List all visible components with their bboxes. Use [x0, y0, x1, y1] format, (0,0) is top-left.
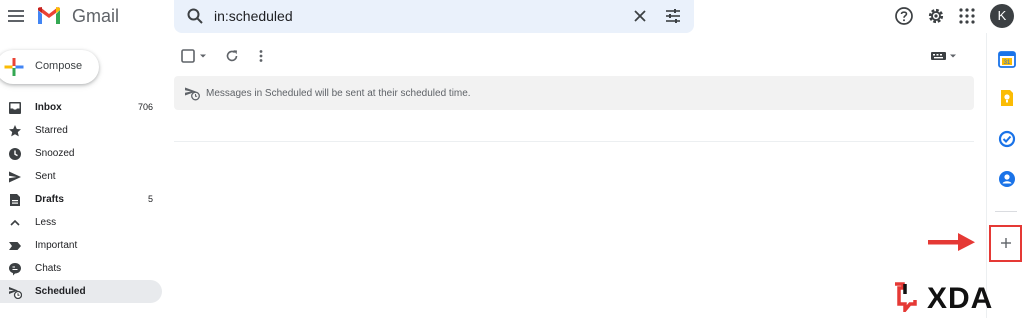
sidebar-item-label: Snoozed — [35, 148, 75, 159]
scheduled-send-icon — [185, 87, 200, 101]
contacts-icon[interactable] — [998, 170, 1016, 188]
search-options-icon[interactable] — [664, 7, 682, 25]
list-toolbar — [174, 44, 974, 68]
settings-gear-icon[interactable] — [926, 6, 946, 26]
search-bar[interactable] — [174, 0, 694, 33]
draft-icon — [10, 194, 20, 206]
main-menu-icon[interactable] — [6, 6, 26, 26]
xda-brand-text: XDA — [927, 282, 994, 315]
sidebar-item-label: Starred — [35, 125, 68, 136]
sidebar-item-less[interactable]: Less — [0, 211, 162, 234]
unread-count: 706 — [137, 102, 153, 112]
compose-plus-icon — [4, 58, 24, 76]
banner-text: Messages in Scheduled will be sent at th… — [206, 88, 471, 99]
star-icon — [9, 125, 21, 137]
compose-label: Compose — [35, 60, 83, 72]
refresh-icon[interactable] — [225, 49, 239, 63]
important-icon — [9, 242, 21, 250]
sidebar-item-sent[interactable]: Sent — [0, 165, 162, 188]
sidebar-item-inbox[interactable]: Inbox 706 — [0, 96, 162, 119]
xda-watermark: XDA — [893, 280, 1017, 315]
select-dropdown-icon[interactable] — [199, 52, 207, 60]
inbox-icon — [9, 102, 21, 114]
tasks-icon[interactable] — [998, 130, 1016, 148]
xda-logo-icon — [895, 282, 917, 312]
sidebar-item-drafts[interactable]: Drafts 5 — [0, 188, 162, 211]
sidebar-item-label: Drafts — [35, 194, 64, 205]
sidebar-item-starred[interactable]: Starred — [0, 119, 162, 142]
scheduled-icon — [9, 287, 22, 299]
avatar[interactable]: K — [990, 4, 1014, 28]
help-icon[interactable] — [894, 6, 914, 26]
svg-text:31: 31 — [1004, 60, 1011, 66]
app-name: Gmail — [72, 6, 120, 26]
red-arrow-annotation — [928, 233, 975, 251]
top-bar: Gmail K — [0, 0, 1024, 33]
select-all-checkbox[interactable] — [181, 49, 195, 63]
compose-button[interactable]: Compose — [0, 50, 99, 84]
sidebar-item-label: Important — [35, 240, 78, 251]
list-divider — [174, 141, 974, 142]
side-panel: 31 — [986, 33, 1024, 318]
input-tools-keyboard-icon[interactable] — [930, 49, 958, 63]
send-icon — [9, 171, 21, 183]
clear-search-icon[interactable] — [632, 8, 648, 24]
sidebar-nav: Inbox 706 Starred Snoozed Sent Drafts 5 — [0, 96, 162, 303]
sidebar-item-label: Less — [35, 217, 57, 228]
sidebar-item-scheduled[interactable]: Scheduled — [0, 280, 162, 303]
scheduled-info-banner: Messages in Scheduled will be sent at th… — [174, 76, 974, 110]
clock-icon — [9, 148, 21, 160]
side-panel-divider — [995, 211, 1017, 212]
add-icon[interactable] — [1000, 237, 1012, 249]
gmail-logo-icon[interactable] — [36, 6, 62, 26]
sidebar-item-label: Sent — [35, 171, 56, 182]
unread-count: 5 — [147, 194, 153, 204]
apps-grid-icon[interactable] — [957, 6, 977, 26]
sidebar-item-label: Scheduled — [35, 286, 86, 297]
sidebar-item-important[interactable]: Important — [0, 234, 162, 257]
more-options-icon[interactable] — [256, 49, 266, 63]
calendar-icon[interactable]: 31 — [998, 50, 1016, 68]
sidebar-item-label: Inbox — [35, 102, 62, 113]
sidebar-item-chats[interactable]: Chats — [0, 257, 162, 280]
search-input[interactable] — [214, 4, 614, 28]
chevron-up-icon — [10, 219, 20, 226]
sidebar-item-label: Chats — [35, 263, 62, 274]
keep-icon[interactable] — [998, 89, 1016, 107]
sidebar-item-snoozed[interactable]: Snoozed — [0, 142, 162, 165]
search-icon[interactable] — [186, 7, 204, 25]
chat-icon — [9, 263, 21, 276]
